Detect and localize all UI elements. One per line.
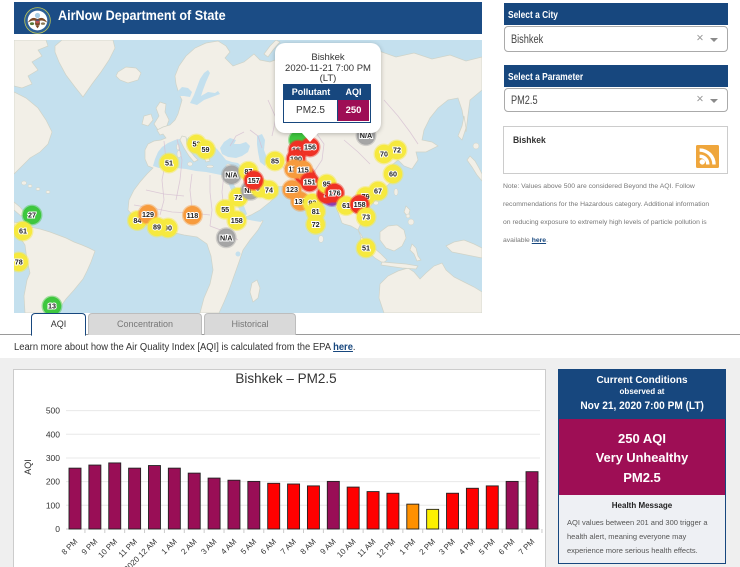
svg-text:Bishkek – PM2.5: Bishkek – PM2.5 (235, 371, 336, 386)
svg-text:10 PM: 10 PM (96, 537, 119, 560)
svg-text:51: 51 (165, 159, 173, 168)
svg-text:118: 118 (187, 211, 199, 220)
svg-text:151: 151 (304, 178, 316, 187)
svg-text:67: 67 (374, 187, 382, 196)
svg-text:12 PM: 12 PM (375, 537, 398, 560)
svg-text:5 AM: 5 AM (239, 537, 258, 556)
svg-text:1 AM: 1 AM (160, 537, 179, 556)
svg-text:51: 51 (362, 244, 370, 253)
svg-text:200: 200 (46, 477, 60, 487)
svg-text:61: 61 (342, 201, 350, 210)
svg-text:7 PM: 7 PM (517, 537, 537, 557)
svg-text:10 AM: 10 AM (335, 537, 358, 560)
svg-text:85: 85 (271, 157, 279, 166)
svg-text:8 PM: 8 PM (60, 537, 80, 557)
svg-text:0: 0 (55, 524, 60, 534)
svg-text:2 AM: 2 AM (179, 537, 198, 556)
svg-text:2 PM: 2 PM (418, 537, 438, 557)
svg-text:1 PM: 1 PM (398, 537, 418, 557)
svg-text:500: 500 (46, 406, 60, 416)
svg-text:400: 400 (46, 429, 60, 439)
svg-text:89: 89 (153, 223, 161, 232)
svg-text:5 PM: 5 PM (477, 537, 497, 557)
svg-text:3 PM: 3 PM (437, 537, 457, 557)
svg-text:59: 59 (202, 145, 210, 154)
svg-text:AQI: AQI (23, 459, 33, 475)
svg-text:72: 72 (312, 220, 320, 229)
svg-text:6 AM: 6 AM (259, 537, 278, 556)
svg-text:300: 300 (46, 453, 60, 463)
svg-text:78: 78 (15, 258, 23, 267)
svg-text:129: 129 (142, 210, 154, 219)
svg-text:8 AM: 8 AM (299, 537, 318, 556)
svg-text:61: 61 (19, 227, 27, 236)
svg-text:7 AM: 7 AM (279, 537, 298, 556)
svg-text:72: 72 (393, 146, 401, 155)
svg-text:74: 74 (265, 186, 273, 195)
svg-text:100: 100 (46, 500, 60, 510)
svg-text:4 PM: 4 PM (457, 537, 477, 557)
svg-text:158: 158 (231, 216, 243, 225)
svg-text:156: 156 (304, 143, 316, 152)
svg-text:13: 13 (48, 302, 56, 311)
svg-text:60: 60 (389, 170, 397, 179)
svg-text:157: 157 (248, 176, 260, 185)
svg-text:73: 73 (362, 213, 370, 222)
svg-text:6 PM: 6 PM (497, 537, 517, 557)
svg-text:55: 55 (221, 205, 229, 214)
svg-text:27: 27 (28, 211, 36, 220)
svg-text:N/A: N/A (220, 233, 232, 242)
svg-text:4 AM: 4 AM (219, 537, 238, 556)
svg-text:176: 176 (329, 189, 341, 198)
svg-text:N/A: N/A (225, 170, 237, 179)
svg-text:11 AM: 11 AM (356, 537, 378, 559)
svg-text:3 AM: 3 AM (199, 537, 218, 556)
